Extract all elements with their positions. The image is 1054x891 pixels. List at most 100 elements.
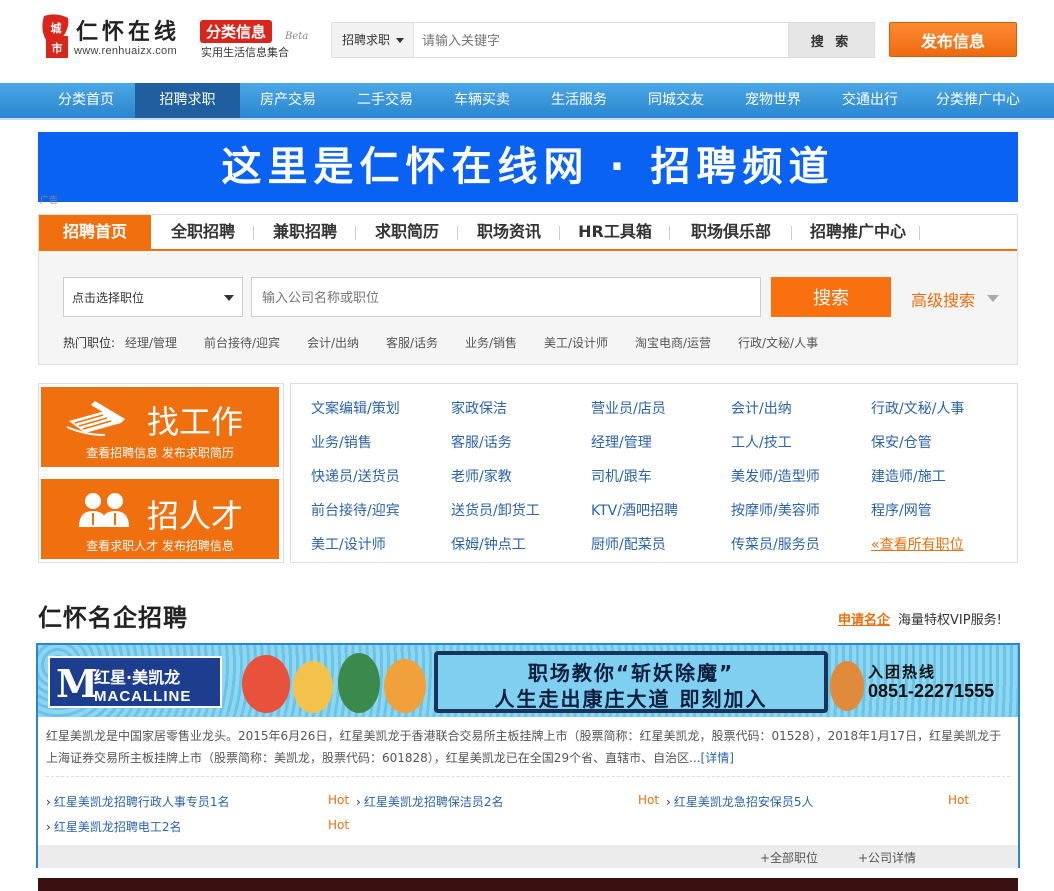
detail-link[interactable]: [详情] [701, 751, 734, 765]
job-link[interactable]: 保姆/钟点工 [451, 534, 526, 554]
position-link[interactable]: › 红星美凯龙招聘行政人事专员1名 [46, 793, 229, 810]
hot-position-link[interactable]: 客服/话务 [386, 334, 438, 351]
job-link[interactable]: 客服/话务 [451, 432, 512, 452]
job-link[interactable]: 行政/文秘/人事 [871, 398, 964, 418]
recruit-search-button[interactable]: 搜索 [771, 277, 891, 317]
main-nav: 分类首页 招聘求职 房产交易 二手交易 车辆买卖 生活服务 同城交友 宠物世界 … [0, 83, 1054, 120]
find-job-title: 找工作 [147, 403, 244, 441]
nav-item-secondhand[interactable]: 二手交易 [337, 83, 433, 118]
site-header: 城 市 仁怀在线 www.renhuaizx.com 分类信息 Beta 实用生… [0, 0, 1054, 82]
nav-item-vehicles[interactable]: 车辆买卖 [434, 83, 530, 118]
apply-famous-link[interactable]: 申请名企 [838, 609, 890, 628]
job-link[interactable]: 司机/跟车 [591, 466, 652, 486]
job-link[interactable]: 送货员/卸货工 [451, 500, 540, 520]
vip-text: 海量特权VIP服务! [898, 613, 1002, 628]
tab-club[interactable]: 职场俱乐部 [675, 215, 787, 249]
nav-item-services[interactable]: 生活服务 [531, 83, 627, 118]
chevron-down-icon[interactable] [987, 295, 999, 302]
tab-resumes[interactable]: 求职简历 [361, 215, 453, 249]
job-category-grid: 文案编辑/策划 家政保洁 营业员/店员 会计/出纳 行政/文秘/人事 业务/销售… [290, 383, 1018, 563]
job-category-select[interactable]: 点击选择职位 [63, 277, 243, 317]
hot-position-link[interactable]: 会计/出纳 [307, 334, 359, 351]
all-positions-link[interactable]: +全部职位 [760, 849, 818, 866]
tab-parttime[interactable]: 兼职招聘 [259, 215, 351, 249]
nav-item-promo[interactable]: 分类推广中心 [918, 83, 1038, 118]
nav-item-dating[interactable]: 同城交友 [628, 83, 724, 118]
company-logo: M 红星·美凯龙 MACALLINE [48, 656, 222, 708]
logo-m: M [56, 661, 99, 706]
nav-item-home[interactable]: 分类首页 [40, 83, 132, 118]
category-badge: 分类信息 [200, 20, 273, 43]
hot-positions-label: 热门职位: [63, 336, 116, 350]
hot-tag: Hot [328, 793, 350, 807]
job-link[interactable]: 快递员/送货员 [311, 466, 400, 486]
hot-position-link[interactable]: 淘宝电商/运营 [635, 334, 711, 351]
next-banner-strip[interactable] [38, 878, 1018, 891]
job-link[interactable]: 经理/管理 [591, 432, 652, 452]
divider [46, 776, 1010, 777]
job-link[interactable]: 美发师/造型师 [731, 466, 820, 486]
tab-recruit-home[interactable]: 招聘首页 [39, 215, 151, 249]
hot-position-link[interactable]: 前台接待/迎宾 [204, 334, 280, 351]
hot-position-link[interactable]: 经理/管理 [125, 334, 177, 351]
view-all-positions-link[interactable]: «查看所有职位 [871, 534, 964, 554]
logo-icon[interactable]: 城 市 [40, 14, 72, 60]
job-link[interactable]: 前台接待/迎宾 [311, 500, 400, 520]
job-link[interactable]: 按摩师/美容师 [731, 500, 820, 520]
job-link[interactable]: 保安/仓管 [871, 432, 932, 452]
slogan-line-2: 人生走出康庄大道 即刻加入 [494, 687, 768, 711]
find-job-links[interactable]: 查看招聘信息 发布求职简历 [41, 444, 279, 461]
tab-fulltime[interactable]: 全职招聘 [157, 215, 249, 249]
company-search-input[interactable] [251, 277, 761, 317]
publish-button[interactable]: 发布信息 [889, 22, 1017, 57]
job-link[interactable]: KTV/酒吧招聘 [591, 500, 678, 520]
job-link[interactable]: 厨师/配菜员 [591, 534, 666, 554]
job-link[interactable]: 传菜员/服务员 [731, 534, 820, 554]
advanced-search-link[interactable]: 高级搜索 [911, 287, 975, 311]
chevron-down-icon [396, 38, 404, 43]
hot-position-link[interactable]: 业务/销售 [465, 334, 517, 351]
job-link[interactable]: 老师/家教 [451, 466, 512, 486]
find-talent-links[interactable]: 查看求职人才 发布招聘信息 [41, 537, 279, 554]
divider [355, 226, 356, 240]
find-job-block[interactable]: 找工作 查看招聘信息 发布求职简历 [41, 387, 279, 467]
logo-text[interactable]: 仁怀在线 [76, 14, 180, 46]
company-detail-link[interactable]: +公司详情 [858, 849, 916, 866]
position-link[interactable]: › 红星美凯龙招聘保洁员2名 [356, 793, 503, 810]
monkey-icon [830, 661, 864, 711]
company-banner[interactable]: M 红星·美凯龙 MACALLINE 职场教你“斩妖除魔” 人生走出康庄大道 即… [38, 645, 1018, 717]
nav-item-jobs[interactable]: 招聘求职 [135, 83, 240, 118]
hotline-number: 0851-22271555 [868, 681, 995, 701]
search-category-select[interactable]: 招聘求职 [332, 23, 414, 57]
company-card-footer: +全部职位 +公司详情 [38, 845, 1018, 868]
pen-paper-icon [66, 401, 125, 436]
find-talent-block[interactable]: 招人才 查看求职人才 发布招聘信息 [41, 479, 279, 559]
job-link[interactable]: 家政保洁 [451, 398, 507, 418]
recruit-panel: 招聘首页 全职招聘 兼职招聘 求职简历 职场资讯 HR工具箱 职场俱乐部 招聘推… [38, 214, 1018, 365]
recruit-subnav: 招聘首页 全职招聘 兼职招聘 求职简历 职场资讯 HR工具箱 职场俱乐部 招聘推… [39, 215, 1017, 251]
channel-banner[interactable]: 这里是仁怀在线网 · 招聘频道 [38, 132, 1018, 202]
divider [919, 226, 920, 240]
tab-hr-tools[interactable]: HR工具箱 [565, 215, 665, 249]
nav-item-transport[interactable]: 交通出行 [822, 83, 918, 118]
tab-recruit-promo[interactable]: 招聘推广中心 [797, 215, 919, 249]
search-button[interactable]: 搜 索 [788, 23, 874, 57]
position-link[interactable]: › 红星美凯龙招聘电工2名 [46, 818, 181, 835]
hot-position-link[interactable]: 美工/设计师 [544, 334, 608, 351]
job-link[interactable]: 建造师/施工 [871, 466, 946, 486]
nav-item-pets[interactable]: 宠物世界 [725, 83, 821, 118]
job-link[interactable]: 营业员/店员 [591, 398, 666, 418]
search-input[interactable] [422, 23, 782, 57]
job-link[interactable]: 业务/销售 [311, 432, 372, 452]
job-link[interactable]: 文案编辑/策划 [311, 398, 400, 418]
bullet-icon: › [46, 795, 51, 809]
tab-news[interactable]: 职场资讯 [463, 215, 555, 249]
job-link[interactable]: 工人/技工 [731, 432, 792, 452]
position-link[interactable]: › 红星美凯龙急招安保员5人 [666, 793, 813, 810]
hot-position-link[interactable]: 行政/文秘/人事 [738, 334, 818, 351]
job-link[interactable]: 会计/出纳 [731, 398, 792, 418]
job-link[interactable]: 美工/设计师 [311, 534, 386, 554]
job-link[interactable]: 程序/网管 [871, 500, 932, 520]
people-icon [79, 493, 129, 527]
nav-item-realestate[interactable]: 房产交易 [240, 83, 336, 118]
